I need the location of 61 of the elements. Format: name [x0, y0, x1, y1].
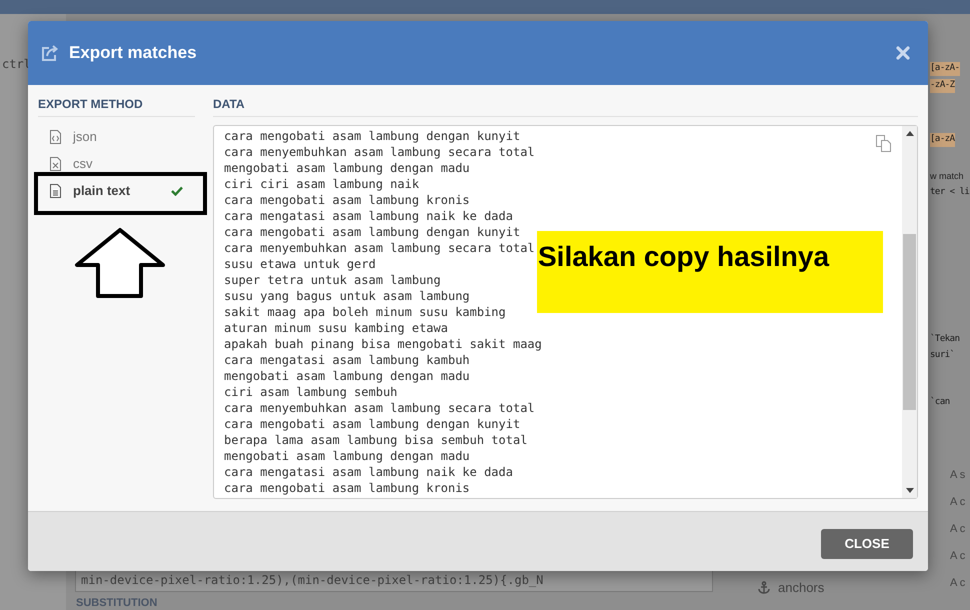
section-heading: EXPORT METHOD: [38, 95, 195, 117]
anchors-link[interactable]: anchors: [778, 578, 824, 598]
section-heading: DATA: [213, 95, 918, 117]
text-line: cara menyembuhkan asam lambung secara total: [224, 144, 535, 160]
text-line: susu etawa untuk gerd: [224, 256, 376, 272]
code-text: ctrl: [2, 56, 31, 73]
text-line: mengobati asam lambung dengan madu: [224, 160, 470, 176]
text-line: cara menyembuhkan asam lambung secara total: [224, 400, 535, 416]
text-line: cara mengobati asam lambung dengan kunyit: [224, 416, 520, 432]
text-line: ciri ciri asam lambung naik: [224, 176, 420, 192]
text-line: sakit maag apa boleh minum susu kambing: [224, 304, 506, 320]
list-item: A c: [950, 495, 966, 510]
section-heading: SUBSTITUTION: [76, 597, 158, 609]
text-line: apakah buah pinang bisa mengobati sakit maag: [224, 336, 542, 352]
code-text: ter < li: [930, 186, 970, 199]
scrollbar[interactable]: [902, 126, 917, 498]
export-option[interactable]: plain text: [38, 180, 195, 202]
code-text: `can: [930, 396, 950, 409]
text-line: berapa lama asam lambung bisa sembuh total: [224, 432, 528, 448]
data-textarea[interactable]: [213, 125, 918, 499]
anchor-icon: [758, 581, 770, 594]
text-line: mengobati asam lambung dengan madu: [224, 448, 470, 464]
spreadsheet-file-icon: [50, 157, 61, 171]
dialog-title: Export matches: [69, 42, 197, 64]
code-text: [a-zA: [930, 133, 955, 146]
scrollbar-thumb[interactable]: [903, 234, 916, 410]
text-line: cara mengobati asam lambung dengan kunyit: [224, 224, 520, 240]
text-line: cara mengatasi asam lambung naik ke dada: [224, 208, 513, 224]
code-text: suri`: [930, 349, 955, 362]
scroll-up-icon[interactable]: [906, 131, 914, 136]
check-icon: [171, 186, 183, 196]
export-option[interactable]: json: [38, 126, 195, 148]
text-line: susu yang bagus untuk asam lambung: [224, 288, 470, 304]
list-item: A s: [950, 468, 966, 483]
text-line: aturan minum susu kambing etawa: [224, 320, 448, 336]
list-item: A c: [950, 549, 966, 564]
text-line: cara mengatasi asam lambung naik ke dada: [224, 464, 513, 480]
close-icon[interactable]: [895, 45, 911, 61]
text-file-icon: [50, 184, 61, 198]
code-text: [a-zA-: [930, 62, 960, 76]
scroll-down-icon[interactable]: [906, 488, 914, 493]
list-item: A c: [950, 576, 966, 591]
text-line: cara mengatasi asam lambung kambuh: [224, 352, 470, 368]
up-arrow-icon: [74, 227, 166, 299]
text-line: cara mengobati asam lambung kronis: [224, 192, 470, 208]
text-line: ciri asam lambung sembuh: [224, 384, 398, 400]
share-icon: [41, 44, 59, 62]
text-line: mengobati asam lambung dengan madu: [224, 368, 470, 384]
description-text: w match: [930, 170, 964, 183]
text-line: cara mengobati asam lambung dengan kunyit: [224, 128, 520, 144]
close-button[interactable]: CLOSE: [821, 529, 913, 559]
code-text: `Tekan: [930, 333, 960, 346]
text-line: super tetra untuk asam lambung: [224, 272, 441, 288]
code-text: -zA-Z: [930, 79, 955, 92]
text-line: cara mengobati asam lambung kronis: [224, 480, 470, 496]
list-item: A c: [950, 522, 966, 537]
callout-note: Silakan copy hasilnya: [537, 231, 883, 313]
text-line: cara menyembuhkan asam lambung secara total: [224, 240, 535, 256]
export-option[interactable]: csv: [38, 153, 195, 175]
code-file-icon: [50, 130, 61, 144]
copy-icon[interactable]: [876, 135, 891, 152]
